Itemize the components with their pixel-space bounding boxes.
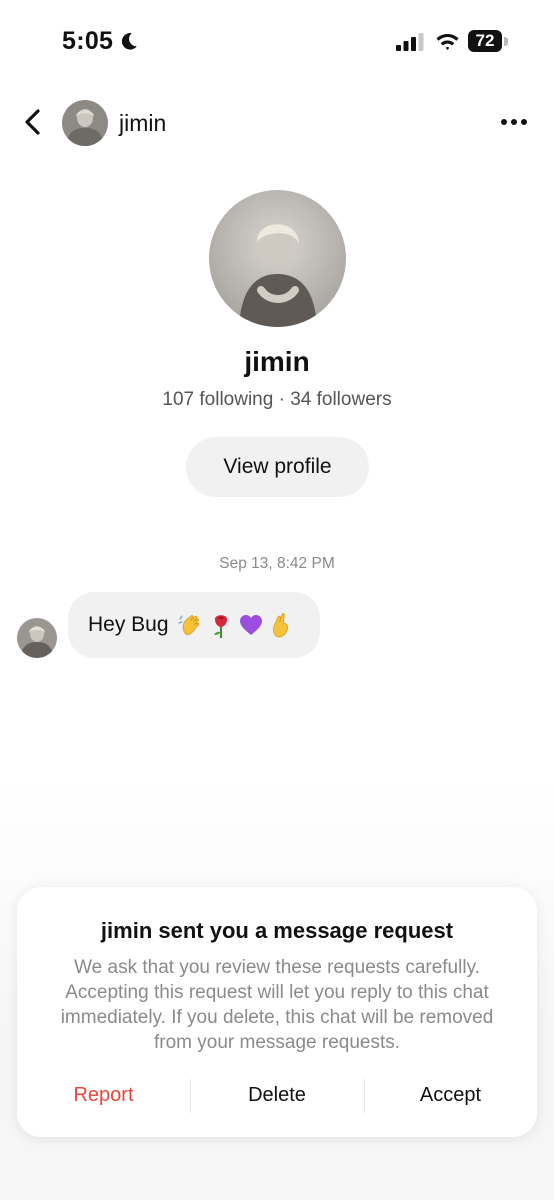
wifi-icon (436, 33, 459, 50)
profile-stats: 107 following · 34 followers (162, 389, 392, 410)
message-bubble[interactable]: Hey Bug (68, 592, 320, 658)
battery-cap (504, 37, 508, 46)
purple-heart-emoji (239, 615, 262, 635)
message-timestamp: Sep 13, 8:42 PM (219, 555, 335, 572)
moon-icon (121, 33, 137, 50)
header-name[interactable]: jimin (119, 110, 166, 137)
rose-emoji (213, 615, 227, 638)
accept-button[interactable]: Accept (364, 1067, 537, 1123)
delete-button[interactable]: Delete (190, 1067, 364, 1123)
signal-icon (396, 33, 424, 51)
battery-icon: 72 (468, 30, 502, 52)
report-button[interactable]: Report (17, 1067, 190, 1123)
view-profile-button[interactable]: View profile (186, 437, 369, 497)
request-description: We ask that you review these requests ca… (60, 957, 494, 1053)
emoji-row (177, 611, 295, 639)
waving-hand-emoji (177, 615, 199, 636)
message-text: Hey Bug (88, 613, 169, 636)
avatar[interactable] (62, 100, 108, 146)
profile-photo[interactable] (209, 190, 346, 327)
chat-header: jimin (0, 90, 554, 156)
sender-avatar[interactable] (17, 618, 57, 658)
status-bar: 5:05 72 (0, 0, 554, 84)
chevron-left-icon[interactable] (16, 104, 52, 140)
profile-name: jimin (244, 346, 310, 377)
request-actions: Report Delete Accept (17, 1067, 537, 1123)
status-time: 5:05 (62, 27, 114, 55)
battery-level: 72 (475, 31, 495, 50)
request-title: jimin sent you a message request (100, 918, 454, 943)
message-request-card: jimin sent you a message request We ask … (17, 887, 537, 1137)
crossed-fingers-emoji (272, 613, 288, 638)
more-horizontal-icon[interactable] (494, 108, 534, 136)
